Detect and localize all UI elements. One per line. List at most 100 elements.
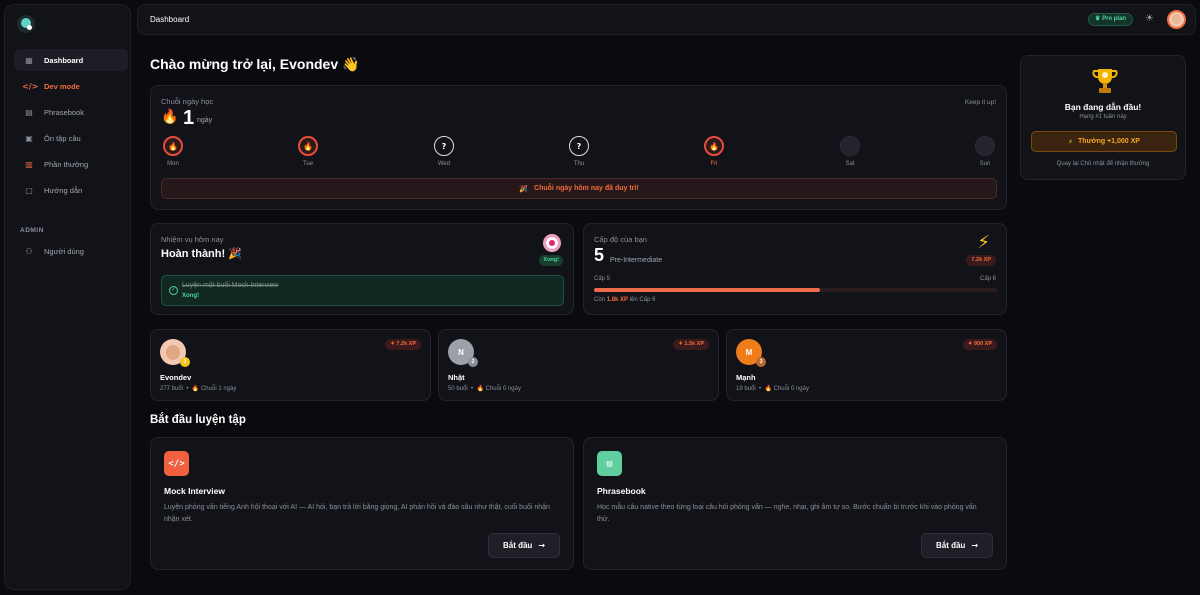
user-meta: 50 buổi • 🔥 Chuỗi 0 ngày <box>448 385 521 392</box>
clipboard-icon: ▣ <box>25 133 33 143</box>
leader-subtitle: Hạng #1 tuần này <box>1079 114 1127 120</box>
guide-icon: ▢ <box>25 185 33 195</box>
leaderboard-card[interactable]: 1 ✦ 7.2k XP Evondev 277 buổi • 🔥 Chuỗi 1 ng… <box>150 329 431 401</box>
rank-badge: 1 <box>180 357 190 367</box>
user-name: Evondev <box>160 373 192 382</box>
streak-day-label: Sun <box>979 161 991 167</box>
admin-section-label: ADMIN <box>20 227 44 234</box>
crown-icon: ♛ <box>1095 16 1101 22</box>
streak-day-tue: 🔥 Tue <box>294 136 322 167</box>
level-number: 5 <box>594 245 605 265</box>
grid-icon: ▦ <box>25 55 33 65</box>
target-icon <box>543 234 561 252</box>
start-button[interactable]: Bắt đầu → <box>488 533 560 558</box>
check-circle-icon: ✓ <box>169 286 178 295</box>
sidebar-item-label: Phần thưởng <box>44 159 89 169</box>
level-xp-badge: 7.2k XP <box>966 255 996 266</box>
reward-label: Thưởng +1,000 XP <box>1077 138 1140 145</box>
streak-banner: 🎉 Chuỗi ngày hôm nay đã duy trì! <box>161 178 997 199</box>
sidebar-item-label: Dev mode <box>44 81 80 91</box>
user-meta: 19 buổi • 🔥 Chuỗi 0 ngày <box>736 385 809 392</box>
code-icon: </> <box>22 81 39 91</box>
remain-prefix: Còn <box>594 297 606 303</box>
user-name: Nhật <box>448 373 465 382</box>
lightning-icon: ⚡ <box>1068 137 1073 146</box>
top-header: Dashboard ♛ Pro plan ☀ <box>137 4 1196 35</box>
code-icon: </> <box>164 451 189 476</box>
leader-title: Bạn đang dẫn đầu! <box>1064 102 1142 112</box>
sidebar-item-phrasebook[interactable]: ▤ Phrasebook <box>14 101 128 123</box>
reward-button[interactable]: ⚡ Thưởng +1,000 XP <box>1031 131 1177 152</box>
quest-item: ✓ Luyện một buổi Mock Interview Xong! <box>161 275 564 306</box>
users-icon: ⚇ <box>25 246 33 256</box>
sidebar-item-dashboard[interactable]: ▦ Dashboard <box>14 49 128 71</box>
rank-badge: 3 <box>756 357 766 367</box>
sidebar-item-label: Ôn tập câu <box>44 133 81 143</box>
streak-day-fri: 🔥 Fri <box>700 136 728 167</box>
breadcrumb: Dashboard <box>150 15 190 24</box>
streak-day-circle: 🔥 <box>298 136 318 156</box>
practice-description: Học mẫu câu native theo từng loại câu hỏ… <box>597 504 977 523</box>
avatar-face <box>166 344 180 360</box>
streak-day-label: Sat <box>845 161 855 167</box>
sidebar-item-guide[interactable]: ▢ Hướng dẫn <box>14 179 128 201</box>
sidebar-item-label: Dashboard <box>44 55 84 65</box>
practice-description: Luyện phỏng vấn tiếng Anh hội thoại với … <box>164 504 550 523</box>
level-remaining: Còn 1.8k XP lên Cấp 6 <box>594 297 655 303</box>
app-logo[interactable] <box>17 15 35 33</box>
streak-day-label: Fri <box>710 161 718 167</box>
leaderboard-card[interactable]: N 2 ✦ 1.5k XP Nhật 50 buổi • 🔥 Chuỗi 0 ngày <box>438 329 719 401</box>
rank-badge: 2 <box>468 357 478 367</box>
streak-count: 1 <box>183 107 195 129</box>
practice-card-phrasebook: ▤ Phrasebook Học mẫu câu native theo từng … <box>583 437 1007 570</box>
practice-section-title: Bắt đầu luyện tập <box>150 414 246 426</box>
streak-day-wed: ? Wed <box>430 136 458 167</box>
practice-title: Phrasebook <box>597 486 646 496</box>
streak-day-circle <box>840 136 860 156</box>
level-name: Pre-Intermediate <box>610 257 663 264</box>
level-progress-bar <box>594 288 997 292</box>
sidebar-item-dev-mode[interactable]: </> Dev mode <box>14 75 128 97</box>
streak-label: Chuỗi ngày học <box>161 97 214 106</box>
streak-day-circle: ? <box>569 136 589 156</box>
fire-icon: 🔥 <box>764 385 772 392</box>
daily-quest-card: Nhiệm vụ hôm nay Hoàn thành! 🎉 Xong! ✓ L… <box>150 223 574 315</box>
user-avatar[interactable] <box>1167 10 1186 29</box>
arrow-right-icon: → <box>538 541 546 550</box>
sidebar-item-review[interactable]: ▣ Ôn tập câu <box>14 127 128 149</box>
book-icon: ▤ <box>25 107 33 117</box>
leader-panel: Bạn đang dẫn đầu! Hạng #1 tuần này ⚡ Thư… <box>1020 55 1186 180</box>
streak-day-circle <box>975 136 995 156</box>
party-icon: 🎉 <box>519 184 529 193</box>
streak-day-label: Wed <box>437 161 451 167</box>
gift-icon: ▥ <box>25 159 33 169</box>
streak-day-label: Tue <box>302 161 314 167</box>
user-meta: 277 buổi • 🔥 Chuỗi 1 ngày <box>160 385 237 392</box>
quest-title: Hoàn thành! 🎉 <box>161 248 242 260</box>
quest-done-badge: Xong! <box>539 255 563 266</box>
keep-it-up-text: Keep it up! <box>964 99 996 106</box>
theme-toggle-sun-icon[interactable]: ☀ <box>1145 13 1154 24</box>
sidebar-item-users[interactable]: ⚇ Người dùng <box>14 240 128 262</box>
plan-label: Pro plan <box>1102 16 1127 22</box>
streak-day-sun: Sun <box>971 136 999 167</box>
trophy-icon <box>1092 69 1118 93</box>
fire-icon: 🔥 <box>476 385 484 392</box>
level-from: Cấp 5 <box>594 276 611 282</box>
sidebar-item-label: Hướng dẫn <box>44 185 83 195</box>
sidebar-item-rewards[interactable]: ▥ Phần thưởng <box>14 153 128 175</box>
remain-suffix: lên Cấp 6 <box>629 297 656 303</box>
pro-plan-badge[interactable]: ♛ Pro plan <box>1088 13 1134 26</box>
leader-footnote: Quay lại Chủ nhật để nhận thưởng <box>1056 161 1150 167</box>
fire-icon: 🔥 <box>161 109 179 125</box>
level-progress-fill <box>594 288 820 292</box>
xp-badge: ✦ 7.2k XP <box>385 339 421 350</box>
quest-item-status: Xong! <box>182 293 199 299</box>
start-button[interactable]: Bắt đầu → <box>921 533 993 558</box>
level-label: Cấp độ của bạn <box>594 235 647 244</box>
lightning-icon: ⚡ <box>977 232 990 253</box>
streak-day-label: Thu <box>573 161 585 167</box>
leaderboard-card[interactable]: M 3 ✦ 900 XP Mạnh 19 buổi • 🔥 Chuỗi 0 ngày <box>726 329 1007 401</box>
streak-day-mon: 🔥 Mon <box>159 136 187 167</box>
welcome-heading: Chào mừng trở lại, Evondev 👋 <box>150 56 360 72</box>
